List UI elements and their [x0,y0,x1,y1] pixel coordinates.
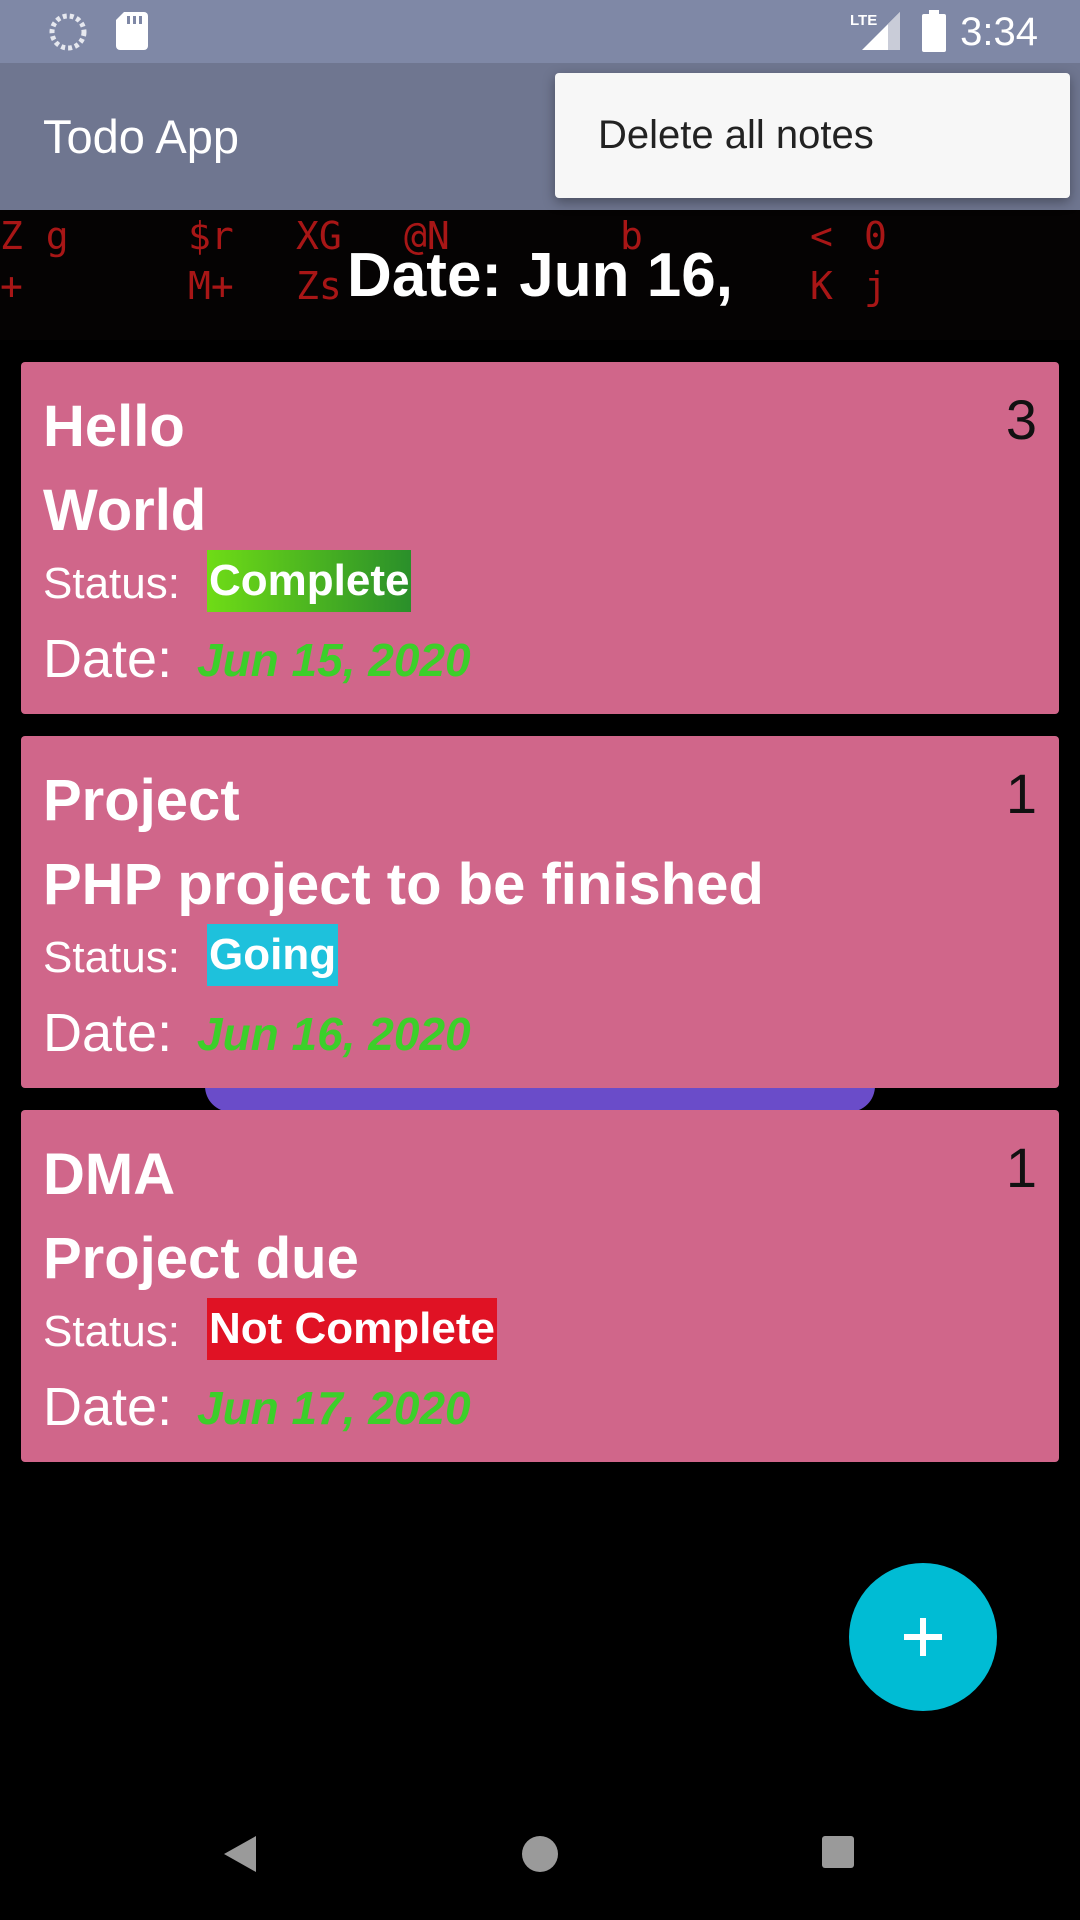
note-card[interactable]: DMA Project due 1 Status: Not Complete D… [21,1110,1059,1462]
status-bar: LTE 3:34 [0,0,1080,63]
overflow-popup-menu: Delete all notes [555,73,1070,198]
battery-icon [922,10,946,57]
date-label: Date: [43,1377,173,1437]
back-icon[interactable] [222,1834,258,1879]
note-card[interactable]: Hello World 3 Status: Complete Date: Jun… [21,362,1059,714]
lte-signal-icon: LTE [850,10,902,57]
note-title: DMA [43,1142,176,1207]
plus-icon [904,1618,942,1656]
header-banner: Z g + $r M+ XG Zs @N b < K 0 j Date: Jun… [0,210,1080,340]
app-title: Todo App [43,110,240,163]
status-time: 3:34 [960,10,1038,54]
status-label: Status: [43,1307,180,1356]
date-label: Date: [43,1003,173,1063]
home-icon[interactable] [520,1834,560,1879]
note-date: Jun 16, 2020 [197,1008,471,1060]
header-date: Date: Jun 16, [347,241,733,310]
svg-text:LTE: LTE [850,12,877,29]
status-label: Status: [43,933,180,982]
note-title: Hello [43,394,185,459]
note-date: Jun 17, 2020 [197,1382,471,1434]
sync-icon [48,12,88,57]
note-description: PHP project to be finished [43,852,764,917]
menu-item-delete-all-notes[interactable]: Delete all notes [555,73,1070,198]
note-card[interactable]: Project PHP project to be finished 1 Sta… [21,736,1059,1088]
note-priority-count: 3 [1005,388,1037,451]
sd-card-icon [116,12,148,55]
status-label: Status: [43,559,180,608]
note-priority-count: 1 [1005,1136,1037,1199]
status-badge: Not Complete [207,1298,497,1360]
note-title: Project [43,768,240,833]
navigation-bar [0,1800,1080,1920]
note-date: Jun 15, 2020 [197,634,471,686]
status-badge: Complete [207,550,412,612]
date-label: Date: [43,629,173,689]
add-note-button[interactable] [849,1563,997,1711]
note-description: World [43,478,207,543]
status-badge: Going [207,924,339,986]
background-purple-graphic [205,1086,875,1112]
note-priority-count: 1 [1005,762,1037,825]
note-description: Project due [43,1226,359,1291]
recents-icon[interactable] [820,1834,856,1875]
